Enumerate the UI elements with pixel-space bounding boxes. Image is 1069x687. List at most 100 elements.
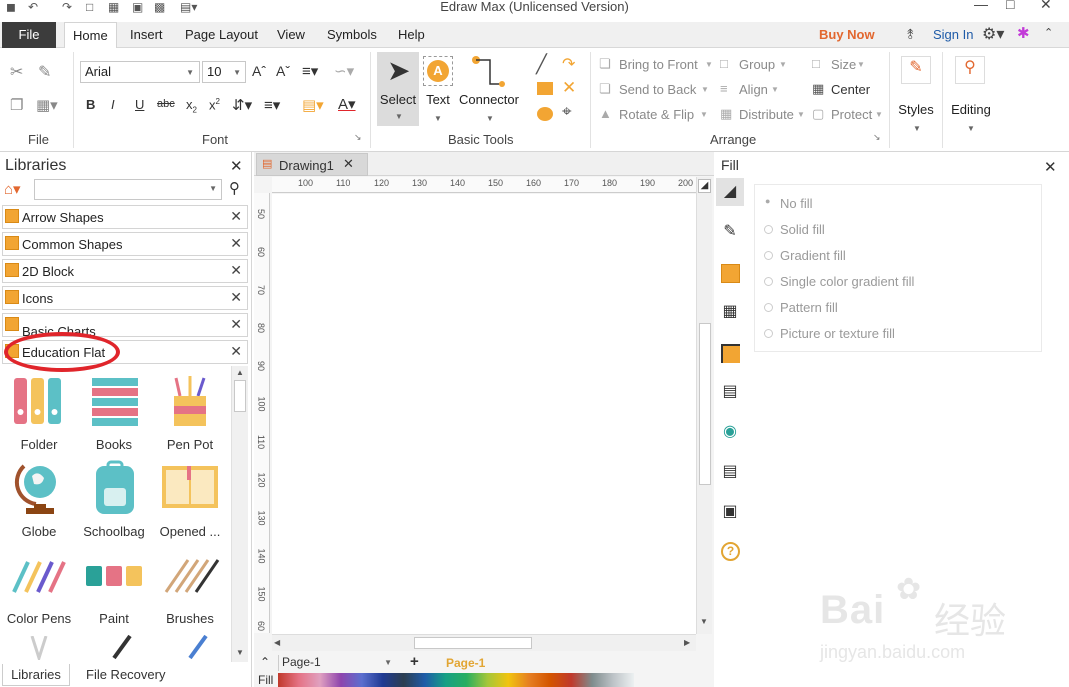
radio-icon[interactable] [764,329,773,338]
arc-tool-icon[interactable]: ↷ [562,54,575,74]
canvas-vscrollbar[interactable]: ◢ ▼ [696,177,712,634]
list-icon[interactable]: ≡▾ [264,96,280,114]
theme-icon[interactable]: ✱ [1017,24,1030,42]
radio-icon[interactable] [764,303,773,312]
fill-option-solid[interactable]: Solid fill [780,222,825,237]
document-icon[interactable]: ▤ [716,458,744,486]
line-style-icon[interactable]: ✎ [716,218,744,246]
bullet-icon[interactable]: ∽▾ [334,62,354,80]
color-pens-shape-icon[interactable] [10,556,68,596]
chevron-up-icon[interactable]: ⌃ [260,655,270,669]
styles-button[interactable]: Styles [894,102,938,117]
scrollbar-thumb[interactable] [699,323,711,485]
text-tool-button[interactable]: Text [420,92,456,107]
size-button[interactable]: Size [831,57,856,72]
dialog-launcher-icon[interactable]: ↘ [354,132,362,143]
marker-shape-icon[interactable] [186,634,210,660]
layer-icon[interactable] [721,344,740,363]
radio-icon[interactable] [764,277,773,286]
strikethrough-icon[interactable]: abc [157,98,175,110]
canvas-hscrollbar[interactable]: ◀ ▶ [272,634,696,651]
center-button[interactable]: Center [831,82,870,97]
close-icon[interactable]: ✕ [1044,158,1057,176]
radio-selected-icon[interactable]: ● [765,196,770,206]
tab-home[interactable]: Home [64,22,117,49]
minimize-icon[interactable]: — [974,0,988,12]
fill-option-gradient[interactable]: Gradient fill [780,248,846,263]
fill-bucket-icon[interactable]: ◢ [716,178,744,206]
export-icon[interactable]: ▤▾ [180,0,197,14]
image-icon[interactable]: ▦ [716,298,744,326]
close-icon[interactable]: ✕ [230,235,242,252]
fill-option-picture-texture[interactable]: Picture or texture fill [780,326,895,341]
tab-file-recovery[interactable]: File Recovery [86,664,165,686]
fill-bucket-icon[interactable]: ◢ [698,179,711,193]
font-family-select[interactable]: Arial ▼ [80,61,200,83]
ellipse-tool-icon[interactable] [537,107,553,121]
pencil-shape-icon[interactable] [30,636,48,660]
schoolbag-shape-icon[interactable] [92,460,138,516]
close-icon[interactable]: ✕ [230,157,243,175]
tab-file[interactable]: File [2,22,56,48]
font-color-icon[interactable]: A▾ [338,95,356,113]
tab-page-layout[interactable]: Page Layout [177,22,266,48]
tab-help[interactable]: Help [390,22,433,48]
library-item-arrow-shapes[interactable]: Arrow Shapes ✕ [2,205,248,229]
sign-in-link[interactable]: Sign In [925,22,981,48]
library-search-input[interactable]: ▼ [34,179,222,200]
cut-icon[interactable]: ✂ [10,62,23,82]
close-icon[interactable]: ✕ [230,289,242,306]
close-window-icon[interactable]: ✕ [1040,0,1052,13]
radio-icon[interactable] [764,251,773,260]
opened-book-shape-icon[interactable] [160,464,220,510]
share-icon[interactable]: ⥉ [907,26,914,43]
help-icon[interactable]: ? [721,542,740,561]
tab-view[interactable]: View [269,22,313,48]
dialog-launcher-icon[interactable]: ↘ [873,132,881,143]
print-icon[interactable]: ▩ [154,0,165,14]
tab-symbols[interactable]: Symbols [319,22,385,48]
font-size-select[interactable]: 10 ▼ [202,61,246,83]
globe-shape-icon[interactable] [14,460,62,516]
fill-option-no-fill[interactable]: No fill [780,196,813,211]
close-icon[interactable]: ✕ [230,262,242,279]
page-select[interactable]: Page-1 ▼ [278,655,396,671]
home-icon[interactable]: ⌂▾ [4,180,21,198]
search-icon[interactable]: ⚲ [229,179,240,197]
open-icon[interactable]: ▦ [108,0,119,14]
format-painter-icon[interactable]: ✎ [38,62,51,82]
crop-tool-icon[interactable]: ⌖ [562,102,572,122]
rotate-flip-button[interactable]: Rotate & Flip [619,107,694,122]
buy-now-link[interactable]: Buy Now [811,22,883,48]
underline-icon[interactable]: U [135,97,144,112]
scroll-down-icon[interactable]: ▼ [236,648,244,657]
document-tab[interactable]: ▤ Drawing1 ✕ [256,153,368,176]
highlight-icon[interactable]: ▤▾ [302,96,324,114]
drawing-page[interactable] [272,194,696,634]
connector-tool-button[interactable]: Connector [458,92,520,107]
library-scrollbar[interactable]: ▲ ▼ [231,366,248,662]
copy-icon[interactable]: ❐ [10,96,23,114]
bold-icon[interactable]: B [86,97,95,112]
library-item-2d-block[interactable]: 2D Block ✕ [2,259,248,283]
save-icon[interactable]: ▣ [132,0,143,14]
protect-button[interactable]: Protect [831,107,872,122]
globe-icon[interactable]: ◉ [716,418,744,446]
close-icon[interactable]: ✕ [230,343,242,360]
tab-insert[interactable]: Insert [122,22,171,48]
comment-icon[interactable]: ▣ [716,498,744,526]
paste-icon[interactable]: ▦▾ [36,96,58,114]
scrollbar-thumb[interactable] [414,637,532,649]
radio-icon[interactable] [764,225,773,234]
page-list-icon[interactable]: ▤ [716,378,744,406]
pen-shape-icon[interactable] [110,634,134,660]
settings-gear-icon[interactable]: ⚙▾ [982,24,1004,44]
close-icon[interactable]: ✕ [343,156,354,172]
fill-option-single-color-gradient[interactable]: Single color gradient fill [780,274,914,289]
grow-font-icon[interactable]: Aˆ [252,63,266,79]
editing-button[interactable]: Editing [946,102,996,117]
line-tool-icon[interactable]: ╱ [536,54,547,75]
select-button[interactable]: ➤ Select ▼ [377,52,419,126]
tab-libraries[interactable]: Libraries [2,664,70,686]
close-icon[interactable]: ✕ [230,316,242,333]
